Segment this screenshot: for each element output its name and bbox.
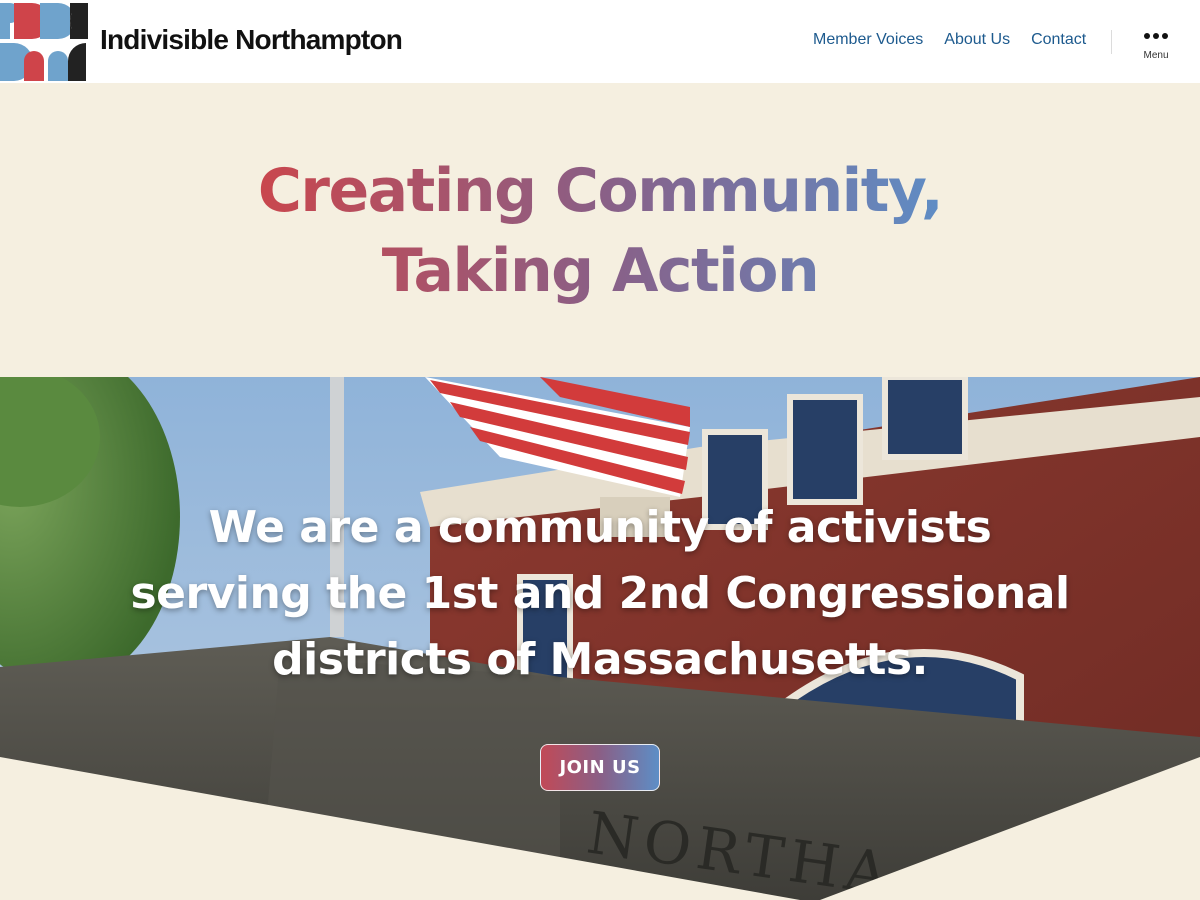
mission-line3: districts of Massachusetts. bbox=[272, 634, 928, 685]
nav-link-about-us[interactable]: About Us bbox=[944, 31, 1010, 49]
nav-link-member-voices[interactable]: Member Voices bbox=[813, 31, 923, 49]
mission-line1: We are a community of activists bbox=[208, 502, 992, 553]
hero-title-line2: Taking Action bbox=[381, 236, 819, 306]
join-us-button[interactable]: JOIN US bbox=[540, 744, 660, 791]
hero-title-line1: Creating Community, bbox=[257, 156, 943, 226]
hero-heading-section: Creating Community, Taking Action bbox=[0, 83, 1200, 377]
nav-divider bbox=[1111, 30, 1112, 54]
nav-link-contact[interactable]: Contact bbox=[1031, 31, 1086, 49]
site-logo[interactable] bbox=[0, 0, 106, 83]
site-header: Indivisible Northampton Member Voices Ab… bbox=[0, 0, 1200, 83]
menu-toggle-button[interactable]: Menu bbox=[1133, 28, 1179, 74]
primary-nav: Member Voices About Us Contact bbox=[813, 31, 1086, 49]
menu-label: Menu bbox=[1143, 50, 1169, 61]
mission-line2: serving the 1st and 2nd Congressional bbox=[130, 568, 1070, 619]
site-title[interactable]: Indivisible Northampton bbox=[100, 24, 403, 56]
hero-title: Creating Community, Taking Action bbox=[0, 151, 1200, 311]
more-dots-icon bbox=[1133, 28, 1179, 44]
hero-photo-section: NORTHA We are a community of activists s… bbox=[0, 377, 1200, 900]
logo-graphic bbox=[0, 3, 106, 81]
mission-statement: We are a community of activists serving … bbox=[0, 495, 1200, 693]
